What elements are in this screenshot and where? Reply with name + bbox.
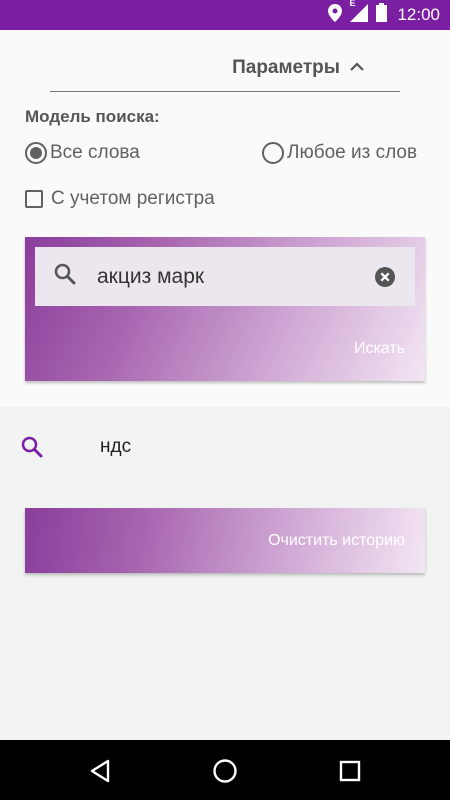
case-sensitive-option[interactable]: С учетом регистра <box>25 188 215 210</box>
clear-history-button[interactable]: Очистить историю <box>25 508 425 573</box>
case-sensitive-label: С учетом регистра <box>51 188 215 209</box>
radio-button-unselected[interactable] <box>262 142 284 164</box>
search-icon <box>20 435 44 464</box>
history-item-text: ндс <box>100 436 132 457</box>
home-icon[interactable] <box>212 758 238 784</box>
history-item[interactable]: ндс <box>0 425 450 469</box>
navigation-bar <box>0 740 450 800</box>
signal-icon: E <box>349 0 369 27</box>
case-sensitive-checkbox[interactable] <box>25 190 43 208</box>
clear-history-label: Очистить историю <box>268 532 405 549</box>
params-toggle[interactable]: Параметры <box>50 44 400 92</box>
recents-icon[interactable] <box>337 758 363 784</box>
radio-any-word-label: Любое из слов <box>287 142 418 163</box>
chevron-up-icon <box>350 59 364 77</box>
back-icon[interactable] <box>87 758 113 784</box>
search-card: Искать <box>25 237 425 381</box>
location-icon <box>328 3 343 27</box>
radio-all-words-label: Все слова <box>50 142 140 163</box>
search-button[interactable]: Искать <box>354 340 405 358</box>
search-box <box>35 247 415 306</box>
network-type-label: E <box>349 0 356 8</box>
params-title: Параметры <box>232 56 340 78</box>
radio-any-word[interactable]: Любое из слов <box>262 142 417 164</box>
status-icons: E <box>328 0 388 27</box>
status-bar: E 12:00 <box>0 0 450 30</box>
search-input[interactable] <box>97 247 367 306</box>
battery-icon <box>376 3 388 27</box>
search-icon <box>53 262 77 291</box>
radio-button-selected[interactable] <box>25 142 47 164</box>
radio-all-words[interactable]: Все слова <box>25 142 140 164</box>
search-model-label: Модель поиска: <box>25 107 160 126</box>
clear-icon[interactable] <box>375 267 395 292</box>
status-time: 12:00 <box>397 5 440 24</box>
